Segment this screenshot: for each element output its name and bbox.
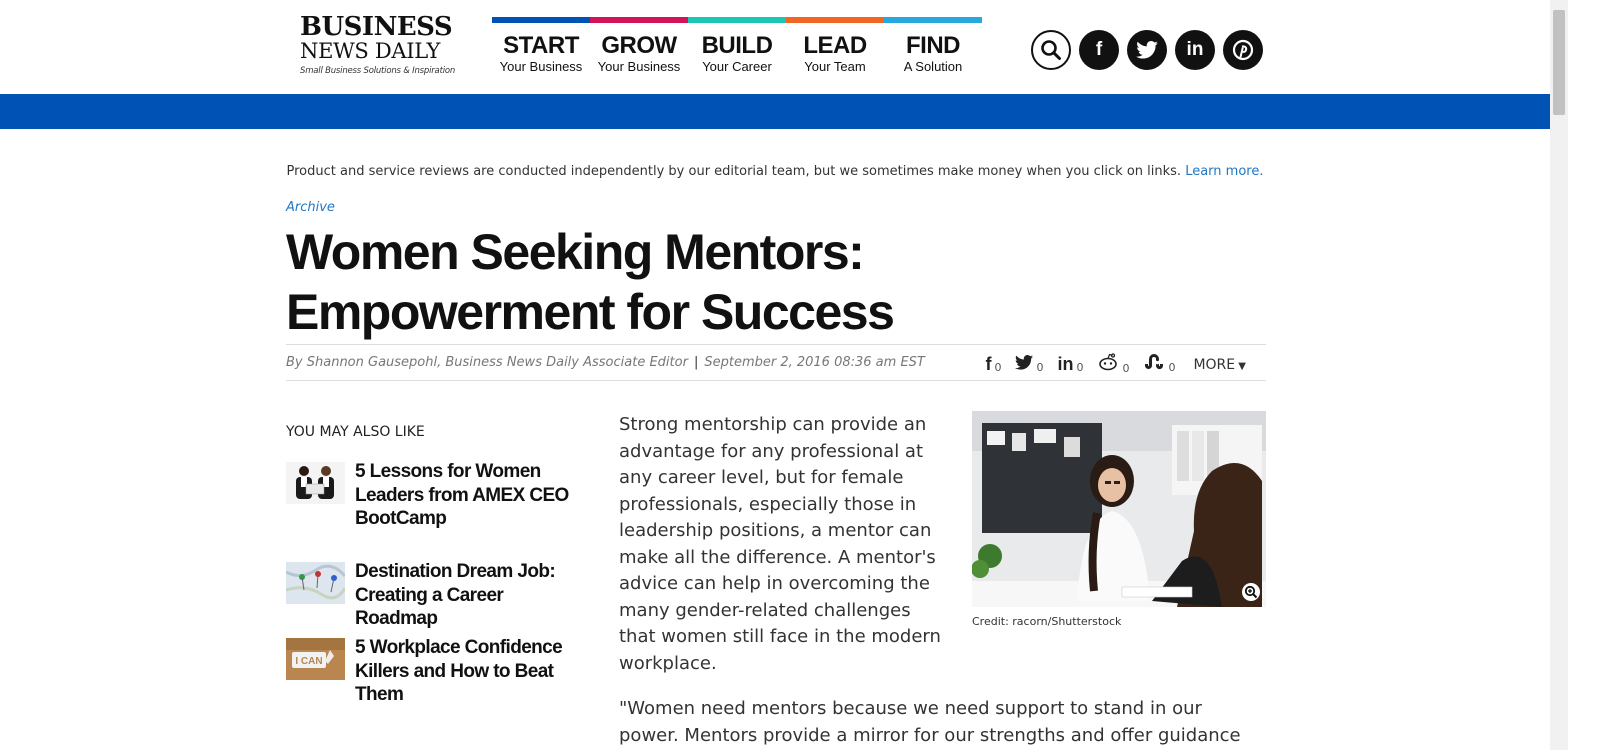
site-header: BUSINESS NEWS DAILY Small Business Solut… xyxy=(0,0,1568,94)
related-item[interactable]: Destination Dream Job: Creating a Career… xyxy=(286,560,570,631)
share-twitter[interactable]: 0 xyxy=(1015,354,1043,375)
share-more-button[interactable]: MORE ▼ xyxy=(1193,357,1246,373)
byline-separator: | xyxy=(693,355,699,370)
more-label: MORE xyxy=(1193,356,1236,373)
nav-start-label: START xyxy=(503,32,579,59)
caret-down-icon: ▼ xyxy=(1235,360,1246,372)
twitter-icon xyxy=(1015,354,1034,375)
share-count: 0 xyxy=(1076,361,1084,374)
nav-find-sublabel: A Solution xyxy=(903,59,963,74)
related-thumbnail: I CAN xyxy=(286,638,345,680)
share-count: 0 xyxy=(1168,361,1176,374)
scrollbar-thumb[interactable] xyxy=(1553,10,1565,115)
nav-lead[interactable]: LEAD Your Team xyxy=(786,17,884,81)
share-count: 0 xyxy=(994,361,1002,374)
article-image[interactable] xyxy=(972,411,1266,607)
related-item[interactable]: 5 Lessons for Women Leaders from AMEX CE… xyxy=(286,460,570,531)
related-title: 5 Workplace Confidence Killers and How t… xyxy=(355,637,563,705)
share-count: 0 xyxy=(1122,362,1130,375)
category-link[interactable]: Archive xyxy=(286,200,335,215)
logo-tagline: Small Business Solutions & Inspiration xyxy=(300,66,456,76)
nav-build[interactable]: BUILD Your Career xyxy=(688,17,786,81)
nav-start-sublabel: Your Business xyxy=(499,59,583,74)
author-link[interactable]: By Shannon Gausepohl, Business News Dail… xyxy=(286,355,688,370)
nav-lead-sublabel: Your Team xyxy=(804,59,866,74)
header-social: f in xyxy=(1031,30,1263,70)
nav-grow[interactable]: GROW Your Business xyxy=(590,17,688,81)
article-byline: By Shannon Gausepohl, Business News Dail… xyxy=(286,344,1266,381)
share-bar: f 0 0 in 0 0 0 MORE ▼ xyxy=(985,353,1246,376)
related-heading: YOU MAY ALSO LIKE xyxy=(286,424,425,440)
share-stumbleupon[interactable]: 0 xyxy=(1143,354,1175,375)
publish-date: September 2, 2016 08:36 am EST xyxy=(704,355,925,370)
search-icon[interactable] xyxy=(1031,30,1071,70)
pinterest-icon[interactable] xyxy=(1223,30,1263,70)
related-title: 5 Lessons for Women Leaders from AMEX CE… xyxy=(355,461,569,529)
stumbleupon-icon xyxy=(1143,354,1165,375)
reddit-icon xyxy=(1097,353,1119,376)
affiliate-disclaimer: Product and service reviews are conducte… xyxy=(0,164,1550,179)
related-item[interactable]: I CAN 5 Workplace Confidence Killers and… xyxy=(286,636,570,707)
nav-find[interactable]: FIND A Solution xyxy=(884,17,982,81)
share-reddit[interactable]: 0 xyxy=(1097,353,1129,376)
main-nav: START Your Business GROW Your Business B… xyxy=(492,17,982,81)
site-logo[interactable]: BUSINESS NEWS DAILY Small Business Solut… xyxy=(300,14,460,76)
learn-more-link[interactable]: Learn more. xyxy=(1185,164,1263,179)
disclaimer-text: Product and service reviews are conducte… xyxy=(286,164,1182,179)
image-credit: Credit: racorn/Shutterstock xyxy=(972,615,1122,628)
zoom-icon[interactable] xyxy=(1242,583,1260,601)
facebook-icon[interactable]: f xyxy=(1079,30,1119,70)
article-paragraph: Strong mentorship can provide an advanta… xyxy=(619,414,941,674)
share-linkedin[interactable]: in 0 xyxy=(1057,354,1083,375)
linkedin-icon[interactable]: in xyxy=(1175,30,1215,70)
twitter-icon[interactable] xyxy=(1127,30,1167,70)
nav-build-sublabel: Your Career xyxy=(702,59,772,74)
facebook-icon: f xyxy=(985,354,992,374)
nav-grow-sublabel: Your Business xyxy=(597,59,681,74)
nav-build-label: BUILD xyxy=(701,32,773,59)
nav-grow-label: GROW xyxy=(601,32,677,59)
share-count: 0 xyxy=(1036,361,1044,374)
linkedin-icon: in xyxy=(1057,354,1074,374)
byline-meta: By Shannon Gausepohl, Business News Dail… xyxy=(286,355,925,370)
article-title: Women Seeking Mentors: Empowerment for S… xyxy=(286,224,895,340)
page-scrollbar[interactable] xyxy=(1550,0,1568,750)
related-thumbnail xyxy=(286,562,345,604)
logo-line-2: NEWS DAILY xyxy=(300,39,441,63)
article-paragraph: "Women need mentors because we need supp… xyxy=(619,698,1241,746)
logo-line-1: BUSINESS xyxy=(300,12,453,42)
brand-bar xyxy=(0,94,1550,129)
thumb-text: I CAN xyxy=(295,656,322,667)
nav-start[interactable]: START Your Business xyxy=(492,17,590,81)
related-title: Destination Dream Job: Creating a Career… xyxy=(355,561,556,629)
office-photo xyxy=(972,411,1266,607)
share-facebook[interactable]: f 0 xyxy=(985,354,1001,375)
related-thumbnail xyxy=(286,462,345,504)
nav-lead-label: LEAD xyxy=(803,32,867,59)
nav-find-label: FIND xyxy=(906,32,961,59)
